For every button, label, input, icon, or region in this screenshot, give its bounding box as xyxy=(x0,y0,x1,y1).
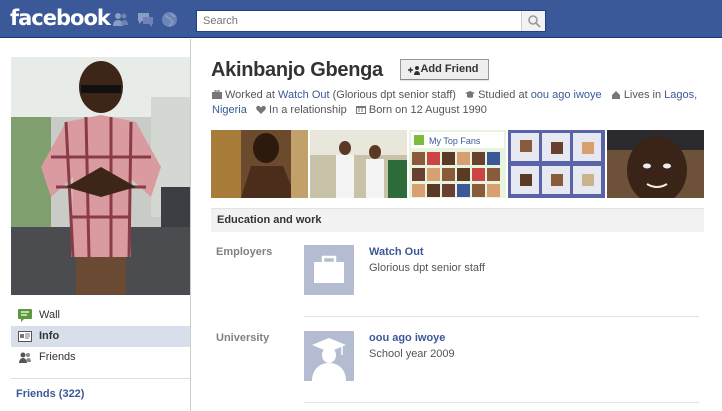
section-divider xyxy=(304,402,699,403)
sidebar-item-wall[interactable]: Wall xyxy=(11,305,190,326)
employer-name-link[interactable]: Watch Out xyxy=(369,246,424,258)
photo-thumbnail-calendar[interactable] xyxy=(508,130,605,198)
wall-icon xyxy=(18,309,32,322)
section-divider xyxy=(304,316,699,317)
add-friend-button[interactable]: Add Friend xyxy=(400,59,489,80)
lives-city-link[interactable]: Lagos, xyxy=(664,89,697,101)
sidebar-item-label: Friends xyxy=(39,351,76,363)
briefcase-icon xyxy=(212,90,222,99)
work-place-link[interactable]: Watch Out xyxy=(278,89,330,101)
university-thumbnail[interactable] xyxy=(304,331,354,381)
messages-icon[interactable] xyxy=(137,11,154,28)
info-icon xyxy=(18,331,32,342)
add-friend-icon xyxy=(408,66,420,75)
heart-icon xyxy=(256,105,266,114)
employer-detail: Glorious dpt senior staff xyxy=(369,262,485,274)
graduation-cap-icon xyxy=(465,91,476,98)
photo-thumbnail-top-fans[interactable]: My Top Fans xyxy=(409,130,506,198)
briefcase-icon xyxy=(314,255,344,283)
search-box xyxy=(196,10,546,32)
university-name-link[interactable]: oou ago iwoye xyxy=(369,332,445,344)
search-input[interactable] xyxy=(197,11,522,31)
friend-requests-icon[interactable] xyxy=(112,11,129,28)
photo-thumbnail-5[interactable] xyxy=(607,130,704,198)
sidebar-divider xyxy=(11,378,190,379)
employers-label: Employers xyxy=(216,246,273,258)
sidebar-item-label: Wall xyxy=(39,309,60,321)
university-label: University xyxy=(216,332,270,344)
facebook-logo[interactable]: facebook xyxy=(10,6,111,30)
friends-count-link[interactable]: Friends (322) xyxy=(16,388,84,400)
sidebar-item-info[interactable]: Info xyxy=(11,326,190,347)
recent-photos-strip: My Top Fans xyxy=(211,130,704,198)
education-work-heading: Education and work xyxy=(211,208,704,232)
notifications-globe-icon[interactable] xyxy=(161,11,178,28)
home-icon xyxy=(611,91,620,99)
search-button[interactable] xyxy=(521,11,545,31)
search-icon xyxy=(528,15,541,28)
left-column: Wall Info Friends Friends (322) xyxy=(0,39,191,411)
profile-nav: Wall Info Friends xyxy=(11,305,190,368)
profile-picture[interactable] xyxy=(11,57,190,295)
add-friend-label: Add Friend xyxy=(420,63,479,75)
university-detail: School year 2009 xyxy=(369,348,455,360)
study-place-link[interactable]: oou ago iwoye xyxy=(531,89,602,101)
friends-icon xyxy=(19,352,31,363)
photo-thumbnail-1[interactable] xyxy=(211,130,308,198)
sidebar-item-label: Info xyxy=(39,330,60,342)
profile-name: Akinbanjo Gbenga xyxy=(211,59,383,81)
profile-info-line-1: Worked at Watch Out (Glorious dpt senior… xyxy=(212,89,697,101)
photo-thumbnail-2[interactable] xyxy=(310,130,407,198)
graduate-silhouette-icon xyxy=(312,338,346,381)
sidebar-item-friends[interactable]: Friends xyxy=(11,347,190,368)
lives-country-link[interactable]: Nigeria xyxy=(212,104,247,116)
calendar-icon xyxy=(355,106,366,114)
employer-thumbnail[interactable] xyxy=(304,245,354,295)
top-bar: facebook xyxy=(0,0,722,38)
profile-info-line-2: Nigeria In a relationship Born on 12 Aug… xyxy=(212,104,487,116)
top-fans-label: My Top Fans xyxy=(429,136,481,146)
